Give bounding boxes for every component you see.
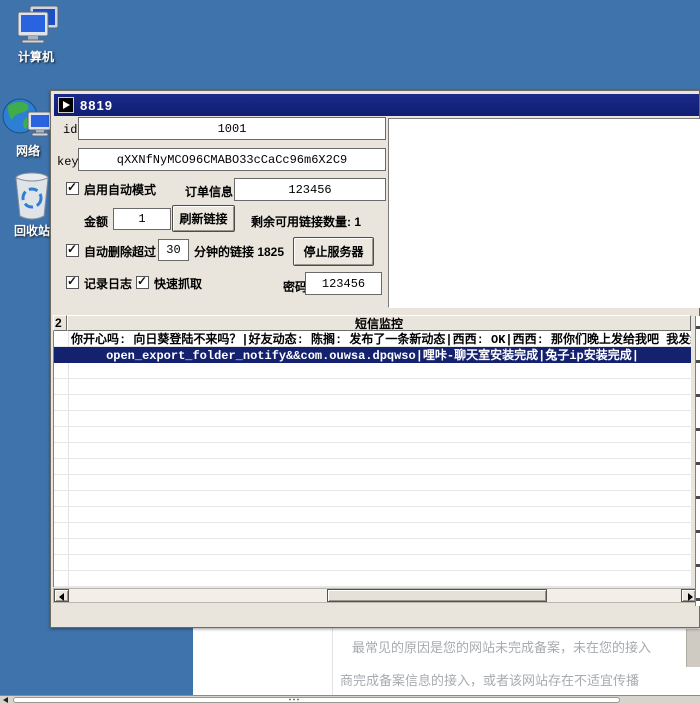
list-item[interactable] xyxy=(54,555,691,571)
log-checkbox[interactable] xyxy=(66,276,79,289)
list-item[interactable] xyxy=(54,363,691,379)
list-item[interactable]: open_export_folder_notify&&com.ouwsa.dpq… xyxy=(54,347,691,363)
auto-mode-checkbox[interactable] xyxy=(66,182,79,195)
scrollbar-grip-dots xyxy=(288,698,300,701)
amount-field[interactable]: 1 xyxy=(113,208,171,230)
network-icon xyxy=(0,96,56,140)
recycle-bin-icon xyxy=(10,170,54,220)
list-item[interactable] xyxy=(54,571,691,587)
background-page: 最常见的原因是您的网站未完成备案，未在您的接入 商完成备案信息的接入，或者该网站… xyxy=(193,628,700,695)
id-field[interactable]: 1001 xyxy=(78,117,386,140)
scroll-thumb[interactable] xyxy=(327,589,547,602)
bottom-scrollbar-strip[interactable] xyxy=(0,695,700,704)
password-label: 密码 xyxy=(283,278,307,295)
scrollbar-track[interactable] xyxy=(13,697,620,703)
page-scrollbar[interactable] xyxy=(686,629,700,667)
fast-capture-checkbox[interactable] xyxy=(136,276,149,289)
auto-delete-checkbox[interactable] xyxy=(66,244,79,257)
page-text-line1: 最常见的原因是您的网站未完成备案，未在您的接入 xyxy=(352,637,651,656)
order-info-label: 订单信息 xyxy=(185,183,233,200)
app-icon xyxy=(58,97,74,113)
page-divider xyxy=(332,628,333,695)
id-label: id xyxy=(63,123,77,137)
sms-col1-header[interactable]: 2 xyxy=(53,315,67,331)
window-titlebar[interactable]: 8819 xyxy=(54,94,699,116)
amount-label: 金额 xyxy=(84,213,108,230)
key-field[interactable]: qXXNfNyMCO96CMABO33cCaCc96m6X2C9 xyxy=(78,148,386,171)
page-text-line2: 商完成备案信息的接入，或者该网站存在不适宜传播 xyxy=(340,670,639,689)
auto-delete-label: 自动删除超过 xyxy=(84,243,156,260)
refresh-link-button[interactable]: 刷新链接 xyxy=(172,205,235,232)
list-item-text: 你开心吗: 向日葵登陆不来吗？|好友动态: 陈搁: 发布了一条新动态|西西: O… xyxy=(54,331,691,347)
list-item[interactable] xyxy=(54,507,691,523)
remaining-links-label: 剩余可用链接数量: 1 xyxy=(251,213,361,230)
desktop-icon-label: 计算机 xyxy=(4,48,68,65)
list-item[interactable] xyxy=(54,443,691,459)
list-item[interactable] xyxy=(54,523,691,539)
list-item[interactable] xyxy=(54,427,691,443)
computer-icon xyxy=(10,4,62,46)
list-item[interactable]: 你开心吗: 向日葵登陆不来吗？|好友动态: 陈搁: 发布了一条新动态|西西: O… xyxy=(54,331,691,347)
list-hscrollbar[interactable] xyxy=(53,588,697,603)
app-window-8819: 8819 id 1001 key qXXNfNyMCO96CMABO33cCaC… xyxy=(50,90,700,628)
list-item-text: open_export_folder_notify&&com.ouwsa.dpq… xyxy=(106,347,639,363)
list-item[interactable] xyxy=(54,395,691,411)
desktop: 计算机 网络 回收站 最常见的原因是您的网站未完成备案，未在您的接入 商完成备案… xyxy=(0,0,700,704)
minutes-suffix-label: 分钟的链接 1825 xyxy=(194,243,284,260)
list-item[interactable] xyxy=(54,539,691,555)
sms-list-body[interactable]: 你开心吗: 向日葵登陆不来吗？|好友动态: 陈搁: 发布了一条新动态|西西: O… xyxy=(53,331,691,587)
order-info-field[interactable]: 123456 xyxy=(234,178,386,201)
scroll-right-button[interactable] xyxy=(681,589,696,602)
output-pane[interactable] xyxy=(388,118,700,308)
list-item[interactable] xyxy=(54,491,691,507)
scroll-left-button[interactable] xyxy=(54,589,69,602)
window-title: 8819 xyxy=(80,98,113,113)
clipped-right-pane xyxy=(695,316,700,606)
minutes-field[interactable]: 30 xyxy=(158,239,189,261)
list-item[interactable] xyxy=(54,411,691,427)
auto-mode-label: 启用自动模式 xyxy=(84,181,156,198)
list-item[interactable] xyxy=(54,475,691,491)
sms-list-header[interactable]: 2 短信监控 xyxy=(53,315,691,331)
desktop-icon-computer[interactable]: 计算机 xyxy=(4,4,68,65)
stop-server-button[interactable]: 停止服务器 xyxy=(293,237,374,266)
list-item[interactable] xyxy=(54,379,691,395)
scroll-left-icon[interactable] xyxy=(1,697,11,704)
list-item[interactable] xyxy=(54,459,691,475)
log-label: 记录日志 xyxy=(84,275,132,292)
sms-monitor-header[interactable]: 短信监控 xyxy=(67,315,691,331)
password-field[interactable]: 123456 xyxy=(305,272,382,295)
fast-capture-label: 快速抓取 xyxy=(154,275,202,292)
key-label: key xyxy=(57,155,79,169)
